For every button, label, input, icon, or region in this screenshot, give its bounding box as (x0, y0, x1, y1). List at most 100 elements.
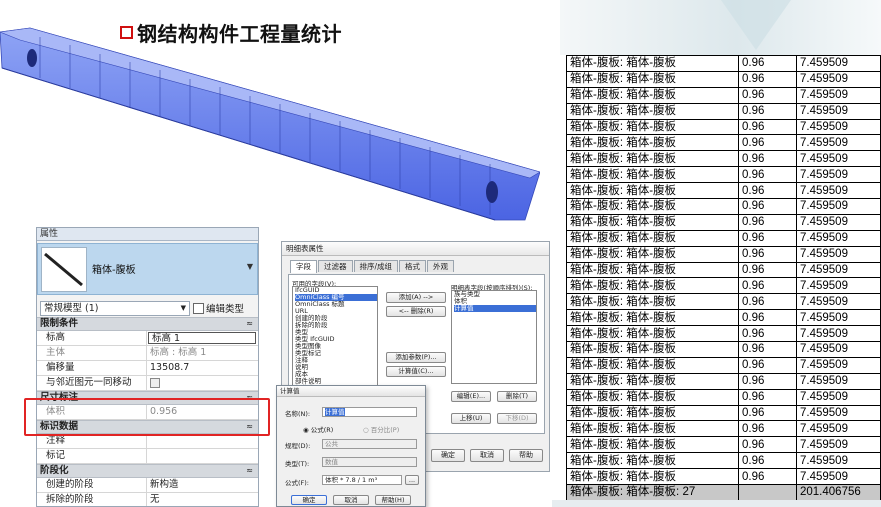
section-phasing[interactable]: 阶段化 ≈ (37, 464, 258, 478)
offset-value-field[interactable]: 13508.7 (147, 361, 258, 375)
name-input[interactable]: 计算值 (322, 407, 417, 417)
background-strip (552, 500, 881, 507)
scheduled-fields-list[interactable]: 族与类型 体积 计算值 (451, 290, 537, 384)
formula-radio[interactable]: ◉ 公式(R) (303, 424, 333, 434)
cell-value: 0.96 (738, 70, 797, 88)
formula-browse-button[interactable]: ... (405, 475, 419, 485)
add-parameter-button[interactable]: 添加参数(P)... (386, 352, 446, 363)
tab-filter[interactable]: 过滤器 (318, 260, 353, 272)
cell-value: 0.96 (738, 86, 797, 104)
cell-volume: 7.459509 (796, 436, 881, 454)
cell-value: 0.96 (738, 166, 797, 184)
steel-beam-3d-model (0, 27, 540, 221)
tab-fields[interactable]: 字段 (290, 260, 317, 273)
comments-field[interactable] (147, 434, 258, 448)
cell-value: 0.96 (738, 341, 797, 358)
cell-name: 箱体-腹板: 箱体-腹板 (566, 452, 739, 470)
property-key: 主体 (37, 346, 147, 360)
table-row: 箱体-腹板: 箱体-腹板 0.96 7.459509 (566, 150, 881, 168)
table-row: 箱体-腹板: 箱体-腹板 0.96 7.459509 (566, 86, 881, 104)
name-label: 名称(N): (285, 410, 311, 418)
chevron-down-icon: ▼ (180, 303, 186, 312)
edit-field-button[interactable]: 编辑(E)... (451, 391, 491, 402)
section-label: 阶段化 (40, 465, 69, 476)
edit-type-icon (193, 302, 204, 314)
phase-demolished-field[interactable]: 无 (147, 493, 258, 506)
formula-label: 公式(F): (285, 479, 310, 487)
list-item[interactable]: 计算值 (454, 305, 536, 312)
percentage-radio[interactable]: ○ 百分比(P) (363, 424, 399, 434)
edit-type-button[interactable]: 编辑类型 (193, 301, 244, 315)
cell-name: 箱体-腹板: 箱体-腹板 (566, 309, 739, 327)
help-button[interactable]: 帮助 (509, 449, 543, 462)
table-row: 箱体-腹板: 箱体-腹板 0.96 7.459509 (566, 341, 881, 358)
type-dropdown[interactable]: 数值 (322, 457, 417, 467)
cell-value: 0.96 (738, 245, 797, 263)
element-filter-value: 常规模型 (1) (44, 302, 99, 314)
cell-value: 0.96 (738, 372, 797, 390)
table-row: 箱体-腹板: 箱体-腹板 0.96 7.459509 (566, 55, 881, 72)
move-with-nearby-checkbox[interactable] (150, 378, 160, 388)
table-row: 箱体-腹板: 箱体-腹板 0.96 7.459509 (566, 356, 881, 374)
property-key: 标记 (37, 449, 147, 463)
collapse-icon: ≈ (246, 319, 253, 328)
delete-field-button[interactable]: 删除(T) (497, 391, 537, 402)
cell-name: 箱体-腹板: 箱体-腹板 (566, 245, 739, 263)
cell-value: 0.96 (738, 102, 797, 120)
cell-value: 0.96 (738, 277, 797, 295)
level-value-field[interactable]: 标高 1 (148, 332, 256, 344)
remove-field-button[interactable]: <-- 删除(R) (386, 306, 446, 317)
cell-value: 0.96 (738, 325, 797, 343)
move-down-button[interactable]: 下移(D) (497, 413, 537, 424)
move-up-button[interactable]: 上移(U) (451, 413, 491, 424)
cell-name: 箱体-腹板: 箱体-腹板 (566, 468, 739, 486)
table-row: 箱体-腹板: 箱体-腹板 0.96 7.459509 (566, 229, 881, 247)
cancel-button[interactable]: 取消 (333, 495, 369, 505)
available-fields-list[interactable]: IfcGUID OmniClass 编号 OmniClass 标题 URL 创建的阶段拆… (292, 286, 378, 386)
element-filter-dropdown[interactable]: 常规模型 (1) ▼ (40, 300, 190, 316)
help-button[interactable]: 帮助(H) (375, 495, 411, 505)
type-preview-thumbnail (41, 247, 87, 292)
ok-button[interactable]: 确定 (431, 449, 465, 462)
cell-name: 箱体-腹板: 箱体-腹板 (566, 277, 739, 295)
table-row: 箱体-腹板: 箱体-腹板 0.96 7.459509 (566, 245, 881, 263)
cell-name: 箱体-腹板: 箱体-腹板 (566, 388, 739, 406)
table-row: 箱体-腹板: 箱体-腹板 0.96 7.459509 (566, 325, 881, 343)
section-constraints[interactable]: 限制条件 ≈ (37, 317, 258, 331)
percentage-radio-label: 百分比(P) (370, 426, 400, 434)
cell-name: 箱体-腹板: 箱体-腹板 (566, 372, 739, 390)
cell-name: 箱体-腹板: 箱体-腹板 (566, 102, 739, 120)
table-row: 箱体-腹板: 箱体-腹板 0.96 7.459509 (566, 436, 881, 454)
cell-volume: 7.459509 (796, 356, 881, 374)
cell-value: 0.96 (738, 198, 797, 215)
formula-input[interactable]: 体积 * 7.8 / 1 m³ (322, 475, 402, 485)
cell-name: 箱体-腹板: 箱体-腹板 (566, 182, 739, 200)
cell-name: 箱体-腹板: 箱体-腹板 (566, 420, 739, 438)
cell-value (738, 484, 797, 501)
dialog-title: 明细表属性 (282, 242, 549, 256)
cell-name: 箱体-腹板: 箱体-腹板 (566, 293, 739, 311)
cell-value: 0.96 (738, 55, 797, 72)
properties-filter-bar: 常规模型 (1) ▼ 编辑类型 (37, 299, 258, 317)
type-selector[interactable]: 箱体-腹板 ▼ (37, 243, 258, 295)
cell-volume: 7.459509 (796, 372, 881, 390)
ok-button[interactable]: 确定 (291, 495, 327, 505)
add-field-button[interactable]: 添加(A) --> (386, 292, 446, 303)
chevron-down-icon: ▼ (246, 262, 253, 271)
cell-value: 0.96 (738, 182, 797, 200)
highlight-box (24, 398, 270, 436)
cell-name: 箱体-腹板: 箱体-腹板 (566, 134, 739, 152)
cancel-button[interactable]: 取消 (470, 449, 504, 462)
cell-volume: 7.459509 (796, 468, 881, 486)
tab-formatting[interactable]: 格式 (399, 260, 427, 272)
tab-sorting-grouping[interactable]: 排序/成组 (353, 260, 399, 272)
tab-appearance[interactable]: 外观 (427, 260, 455, 272)
discipline-dropdown[interactable]: 公共 (322, 439, 417, 449)
phase-created-field[interactable]: 新构造 (147, 478, 258, 492)
property-row-mark: 标记 (37, 449, 258, 464)
calculated-value-button[interactable]: 计算值(C)... (386, 366, 446, 377)
cell-value: 0.96 (738, 293, 797, 311)
table-row: 箱体-腹板: 箱体-腹板 0.96 7.459509 (566, 102, 881, 120)
property-key: 注释 (37, 434, 147, 448)
mark-field[interactable] (147, 449, 258, 463)
